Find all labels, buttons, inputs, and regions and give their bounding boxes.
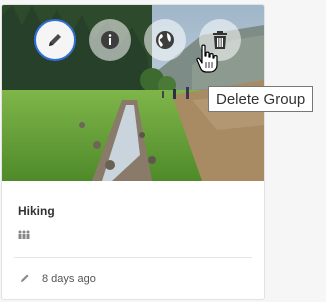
info-button[interactable] (89, 19, 131, 61)
group-title: Hiking (18, 204, 55, 218)
delete-group-tooltip: Delete Group (208, 86, 314, 112)
last-edited-time: 8 days ago (42, 273, 96, 285)
card-divider (14, 257, 252, 258)
group-card[interactable]: Hiking 8 days ago (1, 4, 265, 300)
group-icon (18, 230, 30, 239)
globe-icon (156, 31, 174, 49)
info-icon (101, 31, 119, 49)
hand-cursor-icon (196, 44, 218, 73)
pencil-icon (49, 34, 61, 46)
share-button[interactable] (144, 19, 186, 61)
pencil-icon (21, 274, 29, 282)
edit-button[interactable] (34, 19, 76, 61)
